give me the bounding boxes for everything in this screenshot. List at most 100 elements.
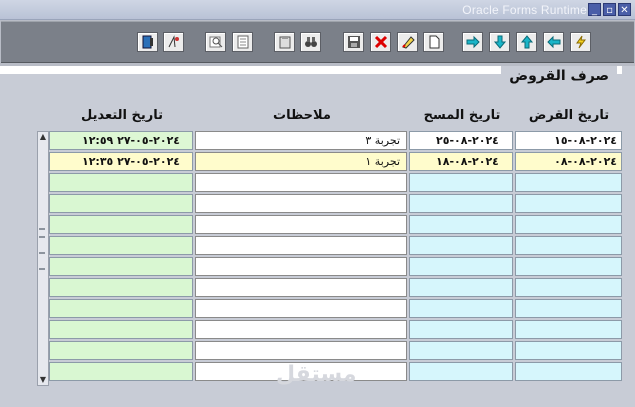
cell-scan-date[interactable]: [409, 236, 513, 255]
table-row: [36, 194, 622, 215]
oracle-forms-window: Oracle Forms Runtime _ ▫ ✕ صرف القروض تا…: [0, 0, 635, 407]
lightning-icon: [575, 35, 586, 49]
cell-scan-date[interactable]: [409, 320, 513, 339]
cell-modified-date[interactable]: [49, 236, 193, 255]
cell-modified-date[interactable]: ٢٠٢٤-٠٥-٢٧ ١٢:٣٥: [49, 152, 193, 171]
enter-query-button[interactable]: [205, 32, 226, 52]
cell-loan-date[interactable]: [515, 320, 622, 339]
help-query-icon: [168, 35, 179, 48]
cell-modified-date[interactable]: [49, 257, 193, 276]
table-row: [36, 173, 622, 194]
cell-modified-date[interactable]: ٢٠٢٤-٠٥-٢٧ ١٢:٥٩: [49, 131, 193, 150]
help-query-button[interactable]: [163, 32, 184, 52]
exit-button[interactable]: [137, 32, 158, 52]
down-record-button[interactable]: [489, 32, 510, 52]
previous-record-icon: [546, 35, 560, 49]
scroll-track[interactable]: [39, 144, 47, 374]
close-button[interactable]: ✕: [618, 3, 631, 16]
grip-mark: [39, 252, 45, 254]
cell-loan-date[interactable]: [515, 278, 622, 297]
cell-notes[interactable]: [195, 257, 407, 276]
binoculars-icon: [304, 37, 317, 47]
table-row: [36, 257, 622, 278]
cell-loan-date[interactable]: [515, 194, 622, 213]
table-row: [36, 215, 622, 236]
cell-loan-date[interactable]: [515, 215, 622, 234]
cell-notes[interactable]: تجربة ٣: [195, 131, 407, 150]
cell-loan-date[interactable]: [515, 341, 622, 360]
up-record-button[interactable]: [516, 32, 537, 52]
grip-mark: [39, 268, 45, 270]
edit-record-button[interactable]: [397, 32, 418, 52]
cell-loan-date[interactable]: [515, 299, 622, 318]
enter-query-icon: [209, 36, 222, 48]
cell-scan-date[interactable]: [409, 278, 513, 297]
cell-notes[interactable]: [195, 320, 407, 339]
cell-loan-date[interactable]: ٢٠٢٤-٠٨-٠٨: [515, 152, 622, 171]
cell-scan-date[interactable]: [409, 299, 513, 318]
title-bar: Oracle Forms Runtime _ ▫ ✕: [0, 0, 635, 20]
cell-notes[interactable]: تجربة ١: [195, 152, 407, 171]
window-title: Oracle Forms Runtime: [462, 3, 587, 17]
table-row: ٢٠٢٤-٠٨-١٥ ٢٠٢٤-٠٨-٢٥ تجربة ٣ ٢٠٢٤-٠٥-٢٧ ١٢…: [36, 131, 622, 152]
previous-record-button[interactable]: [543, 32, 564, 52]
lightning-button[interactable]: [570, 32, 591, 52]
header-loan-date: تاريخ القرض: [528, 108, 610, 123]
cell-scan-date[interactable]: [409, 362, 513, 381]
cell-notes[interactable]: [195, 299, 407, 318]
cell-scan-date[interactable]: [409, 257, 513, 276]
cell-notes[interactable]: [195, 173, 407, 192]
up-arrow-icon: [520, 35, 533, 49]
scroll-down-icon[interactable]: ▼: [38, 375, 48, 385]
down-arrow-icon: [493, 35, 506, 49]
header-notes: ملاحظات: [273, 108, 331, 123]
grip-mark: [39, 228, 45, 230]
cell-scan-date[interactable]: [409, 215, 513, 234]
save-icon: [347, 36, 360, 48]
cell-notes[interactable]: [195, 194, 407, 213]
restore-button[interactable]: ▫: [603, 3, 616, 16]
cell-loan-date[interactable]: [515, 173, 622, 192]
save-button[interactable]: [343, 32, 364, 52]
table-row: ٢٠٢٤-٠٨-٠٨ ٢٠٢٤-٠٨-١٨ تجربة ١ ٢٠٢٤-٠٥-٢٧ ١٢…: [36, 152, 622, 173]
cell-modified-date[interactable]: [49, 299, 193, 318]
execute-query-icon: [237, 35, 248, 49]
table-row: [36, 341, 622, 362]
cell-scan-date[interactable]: [409, 194, 513, 213]
cell-notes[interactable]: [195, 341, 407, 360]
binoculars-button[interactable]: [300, 32, 321, 52]
cell-modified-date[interactable]: [49, 362, 193, 381]
table-row: [36, 299, 622, 320]
watermark: مستقل: [276, 362, 357, 387]
cell-modified-date[interactable]: [49, 320, 193, 339]
cell-modified-date[interactable]: [49, 341, 193, 360]
cell-scan-date[interactable]: [409, 341, 513, 360]
table-row: [36, 278, 622, 299]
cell-loan-date[interactable]: [515, 362, 622, 381]
next-record-button[interactable]: [462, 32, 483, 52]
cell-scan-date[interactable]: [409, 173, 513, 192]
delete-record-button[interactable]: [370, 32, 391, 52]
cell-scan-date[interactable]: ٢٠٢٤-٠٨-١٨: [409, 152, 513, 171]
cell-modified-date[interactable]: [49, 278, 193, 297]
cell-loan-date[interactable]: ٢٠٢٤-٠٨-١٥: [515, 131, 622, 150]
cell-scan-date[interactable]: ٢٠٢٤-٠٨-٢٥: [409, 131, 513, 150]
clipboard-button[interactable]: [274, 32, 295, 52]
delete-record-icon: [374, 35, 387, 49]
grip-mark: [39, 236, 45, 238]
cell-notes[interactable]: [195, 236, 407, 255]
vertical-scrollbar[interactable]: ▲ ▼: [37, 131, 49, 386]
new-record-button[interactable]: [423, 32, 444, 52]
execute-query-button[interactable]: [232, 32, 253, 52]
cell-loan-date[interactable]: [515, 236, 622, 255]
clipboard-icon: [279, 36, 290, 49]
minimize-button[interactable]: _: [588, 3, 601, 16]
cell-loan-date[interactable]: [515, 257, 622, 276]
cell-notes[interactable]: [195, 278, 407, 297]
cell-modified-date[interactable]: [49, 194, 193, 213]
exit-icon: [142, 35, 153, 49]
cell-notes[interactable]: [195, 215, 407, 234]
cell-modified-date[interactable]: [49, 215, 193, 234]
cell-modified-date[interactable]: [49, 173, 193, 192]
scroll-up-icon[interactable]: ▲: [38, 132, 48, 142]
